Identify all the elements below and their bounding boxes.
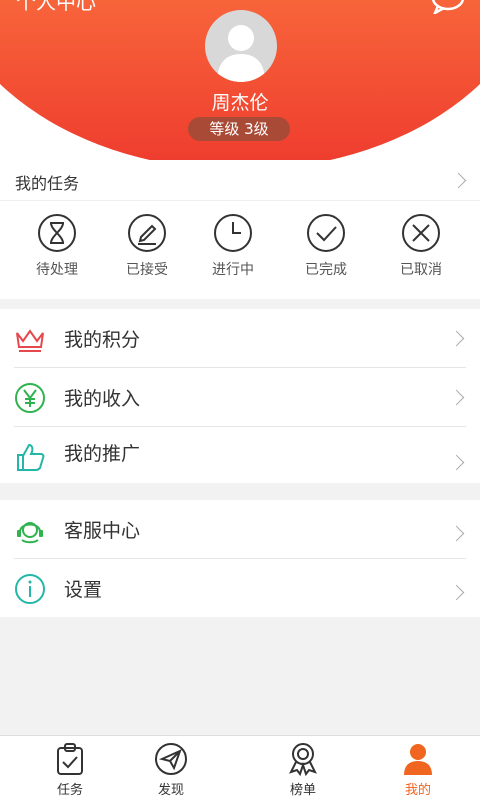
message-icon[interactable]	[430, 0, 466, 14]
menu-income-label: 我的收入	[64, 388, 141, 410]
task-cancelled[interactable]: 已取消	[381, 213, 461, 279]
user-icon	[404, 744, 432, 775]
menu-group-support: 客服中心 设置	[0, 500, 480, 617]
nav-discover[interactable]: 发现	[136, 742, 206, 798]
bottom-nav: 任务 发现 榜单 我的	[0, 735, 480, 801]
task-accepted-label: 已接受	[126, 262, 168, 278]
avatar[interactable]	[205, 10, 277, 82]
menu-settings-label: 设置	[64, 579, 103, 601]
task-completed-label: 已完成	[305, 262, 347, 278]
nav-mine[interactable]: 我的	[383, 742, 453, 798]
nav-discover-label: 发现	[157, 783, 184, 798]
yen-icon	[15, 383, 45, 413]
nav-tasks-label: 任务	[56, 783, 83, 798]
profile-header: 个人中心 周杰伦 等级 3级	[0, 0, 480, 170]
check-circle-icon	[307, 214, 345, 252]
task-accepted[interactable]: 已接受	[107, 213, 187, 279]
task-cancelled-label: 已取消	[400, 262, 442, 278]
thumbs-up-icon	[17, 443, 45, 471]
task-completed[interactable]: 已完成	[286, 213, 366, 279]
crown-icon	[16, 329, 44, 352]
menu-settings[interactable]: 设置	[0, 559, 480, 617]
x-circle-icon	[402, 214, 440, 252]
task-in-progress[interactable]: 进行中	[193, 213, 273, 279]
menu-customer-service[interactable]: 客服中心	[0, 500, 480, 558]
medal-icon	[289, 743, 317, 776]
chevron-right-icon	[448, 389, 465, 406]
task-in-progress-label: 进行中	[212, 262, 254, 278]
page-title: 个人中心	[16, 0, 96, 14]
nav-tasks[interactable]: 任务	[35, 742, 105, 798]
nav-ranking[interactable]: 榜单	[268, 742, 338, 798]
chevron-right-icon	[448, 584, 465, 601]
level-badge: 等级 3级	[188, 117, 290, 141]
edit-icon	[128, 214, 166, 252]
nav-mine-label: 我的	[404, 783, 431, 798]
hourglass-icon	[38, 214, 76, 252]
chevron-right-icon	[450, 172, 467, 189]
my-tasks-row[interactable]: 我的任务	[0, 160, 480, 201]
menu-income[interactable]: 我的收入	[0, 368, 480, 426]
avatar-placeholder-icon	[217, 25, 265, 82]
paper-plane-icon	[155, 743, 187, 775]
nav-ranking-label: 榜单	[289, 783, 316, 798]
task-pending-label: 待处理	[36, 262, 78, 278]
menu-group-account: 我的积分 我的收入 我的推广	[0, 309, 480, 483]
info-icon	[15, 574, 45, 604]
chevron-right-icon	[448, 525, 465, 542]
menu-customer-service-label: 客服中心	[64, 520, 141, 542]
task-status-row: 待处理 已接受 进行中 已完成 已取消	[0, 201, 480, 299]
menu-points[interactable]: 我的积分	[0, 309, 480, 367]
menu-promotion[interactable]: 我的推广	[0, 427, 480, 483]
chevron-right-icon	[448, 454, 465, 471]
my-tasks-label: 我的任务	[15, 174, 80, 193]
clipboard-icon	[57, 743, 83, 775]
username: 周杰伦	[211, 92, 269, 114]
menu-promotion-label: 我的推广	[64, 443, 141, 465]
menu-points-label: 我的积分	[64, 329, 141, 351]
clock-icon	[214, 214, 252, 252]
chevron-right-icon	[448, 330, 465, 347]
headset-icon	[17, 522, 43, 544]
task-pending[interactable]: 待处理	[17, 213, 97, 279]
